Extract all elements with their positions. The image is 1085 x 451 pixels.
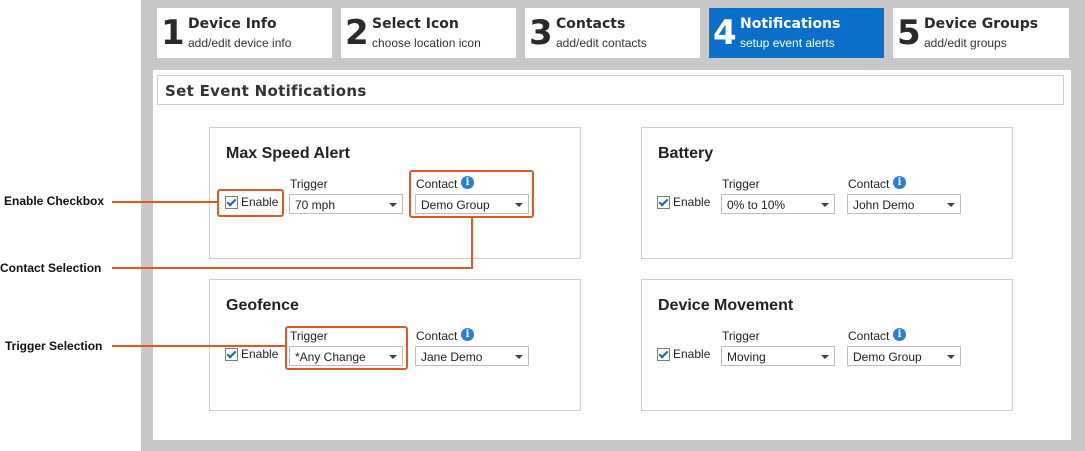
step-device-groups[interactable]: 5 Device Groups add/edit groups bbox=[893, 8, 1069, 58]
contact-value: John Demo bbox=[853, 198, 915, 212]
chevron-down-icon bbox=[947, 203, 955, 207]
step-title: Notifications bbox=[740, 16, 841, 32]
card-title: Max Speed Alert bbox=[226, 145, 350, 162]
step-subtitle: choose location icon bbox=[372, 36, 481, 50]
step-number: 1 bbox=[161, 13, 185, 53]
chevron-down-icon bbox=[947, 355, 955, 359]
contact-select[interactable]: John Demo bbox=[847, 194, 961, 214]
trigger-callout-line bbox=[112, 345, 286, 347]
card-title: Geofence bbox=[226, 297, 299, 314]
trigger-select[interactable]: Moving bbox=[721, 346, 835, 366]
enable-callout-line bbox=[112, 201, 218, 203]
panel-header: Set Event Notifications bbox=[157, 75, 1064, 105]
callout-enable-checkbox: Enable Checkbox bbox=[4, 194, 105, 208]
info-icon[interactable]: i bbox=[893, 176, 906, 189]
callout-trigger-selection: Trigger Selection bbox=[5, 339, 103, 353]
step-contacts[interactable]: 3 Contacts add/edit contacts bbox=[525, 8, 700, 58]
step-title: Contacts bbox=[556, 16, 626, 32]
chevron-down-icon bbox=[821, 203, 829, 207]
info-icon[interactable]: i bbox=[893, 328, 906, 341]
contact-label: Contact bbox=[848, 177, 890, 191]
step-device-info[interactable]: 1 Device Info add/edit device info bbox=[157, 8, 332, 58]
trigger-select[interactable]: 70 mph bbox=[289, 194, 403, 214]
step-notifications[interactable]: 4 Notifications setup event alerts bbox=[709, 8, 884, 58]
step-number: 5 bbox=[897, 13, 921, 53]
trigger-label: Trigger bbox=[290, 177, 328, 191]
card-title: Battery bbox=[658, 145, 714, 162]
card-battery: Battery Enable Trigger 0% to 10% Contact… bbox=[641, 127, 1013, 259]
step-subtitle: add/edit device info bbox=[188, 36, 292, 50]
checkmark-icon bbox=[657, 195, 670, 209]
step-subtitle: setup event alerts bbox=[740, 36, 835, 50]
contact-select[interactable]: Jane Demo bbox=[415, 346, 529, 366]
step-number: 2 bbox=[345, 13, 369, 53]
step-title: Select Icon bbox=[372, 16, 459, 32]
trigger-value: 70 mph bbox=[295, 198, 336, 212]
trigger-select[interactable]: 0% to 10% bbox=[721, 194, 835, 214]
checkmark-icon bbox=[225, 347, 238, 361]
trigger-highlight-box bbox=[285, 326, 408, 370]
card-device-movement: Device Movement Enable Trigger Moving Co… bbox=[641, 279, 1013, 411]
enable-highlight-box bbox=[217, 189, 284, 217]
enable-label: Enable bbox=[673, 195, 711, 209]
step-title: Device Groups bbox=[924, 16, 1039, 32]
contact-value: Jane Demo bbox=[421, 350, 483, 364]
contact-label: Contact bbox=[416, 329, 458, 343]
contact-callout-line bbox=[112, 267, 473, 269]
contact-label: Contact bbox=[848, 329, 890, 343]
step-select-icon[interactable]: 2 Select Icon choose location icon bbox=[341, 8, 516, 58]
contact-select[interactable]: Demo Group bbox=[847, 346, 961, 366]
panel-title: Set Event Notifications bbox=[165, 82, 367, 100]
enable-label: Enable bbox=[241, 347, 279, 361]
contact-highlight-box bbox=[409, 170, 534, 218]
step-subtitle: add/edit groups bbox=[924, 36, 1007, 50]
contact-callout-connector bbox=[471, 217, 473, 269]
info-icon[interactable]: i bbox=[461, 328, 474, 341]
step-number: 3 bbox=[529, 13, 553, 53]
step-subtitle: add/edit contacts bbox=[556, 36, 647, 50]
enable-checkbox[interactable]: Enable bbox=[657, 195, 710, 209]
enable-checkbox[interactable]: Enable bbox=[225, 347, 278, 361]
contact-value: Demo Group bbox=[853, 350, 922, 364]
chevron-down-icon bbox=[515, 355, 523, 359]
trigger-label: Trigger bbox=[722, 177, 760, 191]
trigger-label: Trigger bbox=[722, 329, 760, 343]
checkmark-icon bbox=[657, 347, 670, 361]
step-number: 4 bbox=[713, 13, 737, 53]
enable-label: Enable bbox=[673, 347, 711, 361]
trigger-value: 0% to 10% bbox=[727, 198, 786, 212]
trigger-value: Moving bbox=[727, 350, 766, 364]
chevron-down-icon bbox=[389, 203, 397, 207]
callout-contact-selection: Contact Selection bbox=[0, 261, 102, 275]
step-title: Device Info bbox=[188, 16, 277, 32]
chevron-down-icon bbox=[821, 355, 829, 359]
enable-checkbox[interactable]: Enable bbox=[657, 347, 710, 361]
card-title: Device Movement bbox=[658, 297, 794, 314]
